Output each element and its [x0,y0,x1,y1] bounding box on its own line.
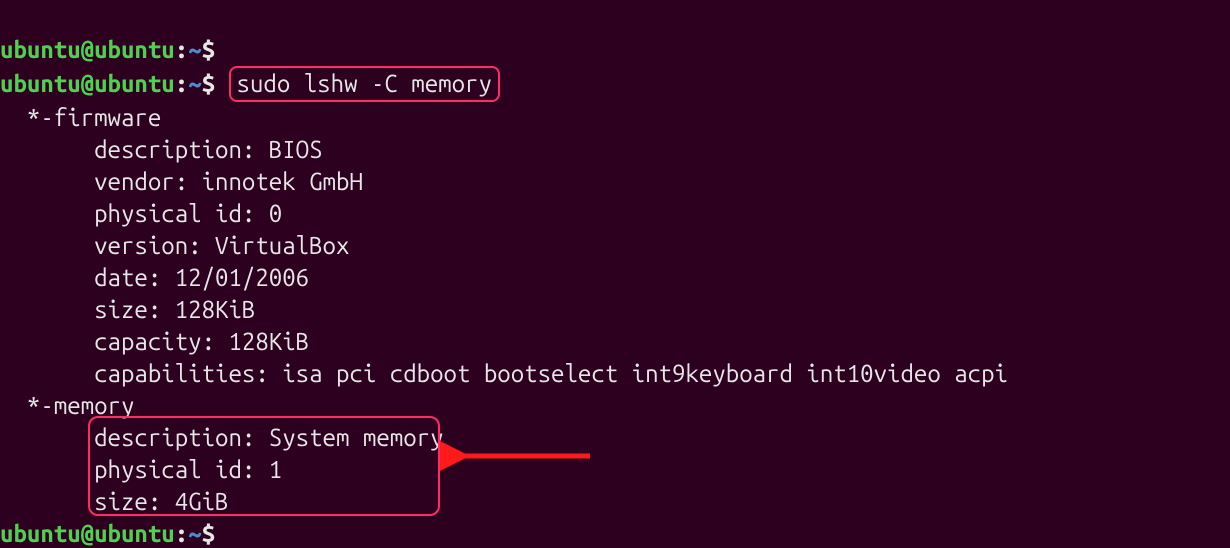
output-line: description: System memory [0,424,444,451]
prompt-host: ubuntu [94,36,175,63]
output-line: size: 128KiB [0,296,255,323]
highlighted-command: sudo lshw -C memory [229,66,500,102]
output-line: size: 4GiB [0,488,228,515]
prompt-host: ubuntu [94,70,175,97]
output-line: description: BIOS [0,136,323,163]
output-line: date: 12/01/2006 [0,264,309,291]
prompt-at: @ [81,36,94,63]
output-line: physical id: 1 [0,456,282,483]
prompt-colon: : [175,70,188,97]
prompt-symbol: $ [202,520,215,547]
output-line: vendor: innotek GmbH [0,168,363,195]
output-line: capacity: 128KiB [0,328,309,355]
terminal[interactable]: ubuntu@ubuntu:~$ ubuntu@ubuntu:~$ sudo l… [0,0,1230,548]
prompt-path: ~ [188,70,201,97]
prompt-user: ubuntu [0,70,81,97]
output-line: capabilities: isa pci cdboot bootselect … [0,360,1008,387]
output-line: *-firmware [0,104,161,131]
output-line: *-memory [0,392,134,419]
prompt-user: ubuntu [0,36,81,63]
prompt-host: ubuntu [94,520,175,547]
prompt-at: @ [81,70,94,97]
prompt-path: ~ [188,520,201,547]
prompt-symbol: $ [202,36,215,63]
output-line: physical id: 0 [0,200,282,227]
prompt-colon: : [175,36,188,63]
command-text: sudo lshw -C memory [237,70,492,97]
prompt-user: ubuntu [0,520,81,547]
prompt-symbol: $ [202,70,215,97]
prompt-path: ~ [188,36,201,63]
prompt-at: @ [81,520,94,547]
output-line: version: VirtualBox [0,232,349,259]
prompt-colon: : [175,520,188,547]
